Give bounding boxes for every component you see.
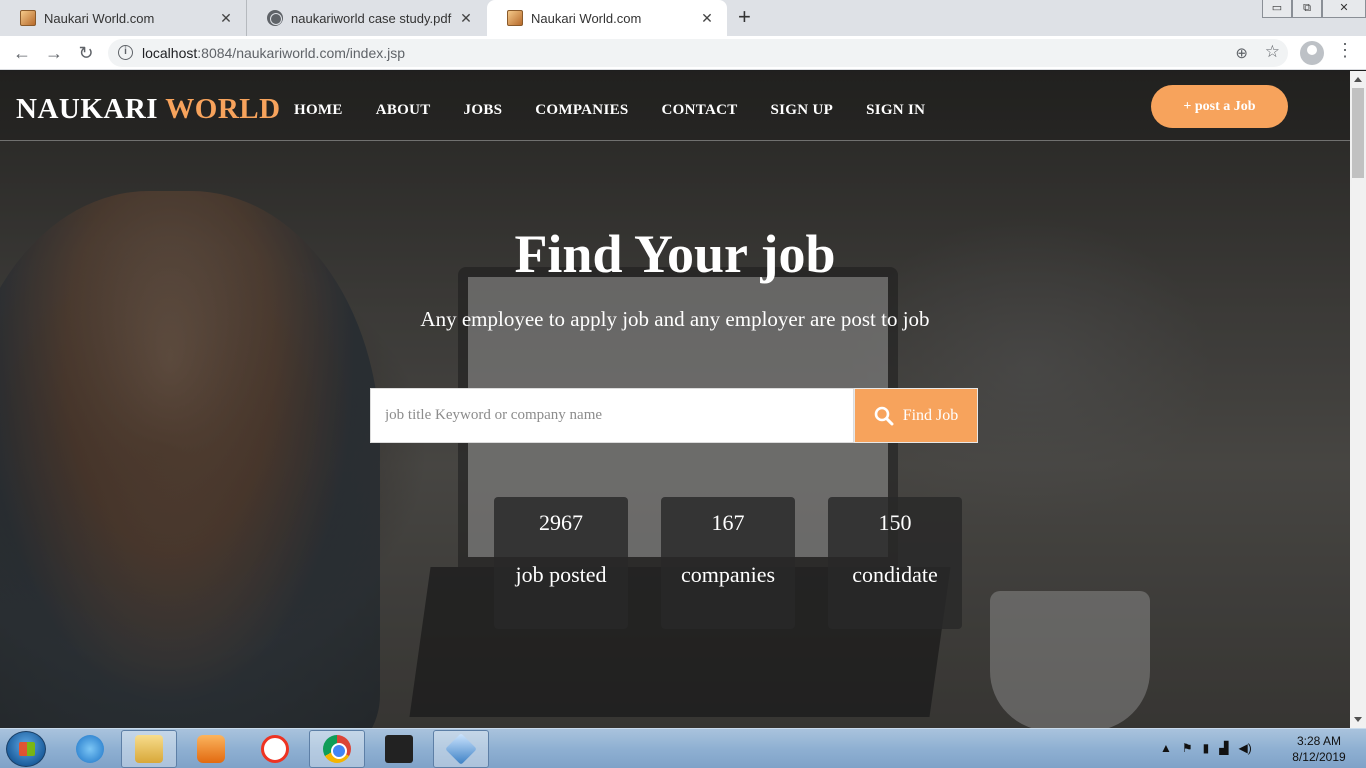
taskbar-chrome[interactable] xyxy=(309,730,365,768)
back-arrow-icon[interactable]: ← xyxy=(10,41,34,65)
tab-case-study-pdf[interactable]: naukariworld case study.pdf ✕ xyxy=(246,0,486,36)
system-tray: ▲ ⚑ ▮ ▟ ◀) xyxy=(1160,741,1262,755)
internet-explorer-icon xyxy=(76,735,104,763)
url-host: localhost xyxy=(142,45,198,61)
volume-icon[interactable]: ◀) xyxy=(1239,741,1252,755)
window-close-button[interactable]: ✕ xyxy=(1322,0,1366,18)
stat-card-companies: 167 companies xyxy=(661,497,795,629)
main-nav: HOME ABOUT JOBS COMPANIES CONTACT SIGN U… xyxy=(294,102,958,119)
site-header: NAUKARI WORLD HOME ABOUT JOBS COMPANIES … xyxy=(0,71,1350,141)
scroll-thumb[interactable] xyxy=(1352,88,1364,178)
site-favicon-icon xyxy=(507,10,523,26)
taskbar-ms-office[interactable] xyxy=(371,730,427,768)
folder-icon xyxy=(135,735,163,763)
stat-label: companies xyxy=(680,562,776,587)
nav-sign-in[interactable]: SIGN IN xyxy=(866,102,925,119)
menu-kebab-icon[interactable]: ⋮ xyxy=(1336,40,1354,61)
taskbar-virtualbox[interactable] xyxy=(433,730,489,768)
site-info-icon[interactable]: i xyxy=(118,45,133,60)
windows-taskbar: ▲ ⚑ ▮ ▟ ◀) 3:28 AM 8/12/2019 xyxy=(0,728,1366,768)
reload-icon[interactable]: ↻ xyxy=(74,41,98,65)
clock-date: 8/12/2019 xyxy=(1292,750,1346,764)
job-search-form: Find Job xyxy=(370,388,978,443)
nav-home[interactable]: HOME xyxy=(294,102,343,119)
stat-value: 167 xyxy=(711,510,745,535)
new-tab-button[interactable]: + xyxy=(738,6,751,28)
logo-part2: WORLD xyxy=(165,93,281,125)
media-player-icon xyxy=(197,735,225,763)
url-text[interactable]: localhost:8084/naukariworld.com/index.js… xyxy=(142,45,405,61)
hero-subtitle: Any employee to apply job and any employ… xyxy=(420,307,930,331)
post-job-button[interactable]: + post a Job xyxy=(1151,85,1288,128)
job-search-input[interactable] xyxy=(370,388,854,443)
scroll-up-icon[interactable] xyxy=(1354,77,1362,82)
minimize-button[interactable]: ▭ xyxy=(1262,0,1292,18)
clock-time: 3:28 AM xyxy=(1296,734,1342,748)
nav-sign-up[interactable]: SIGN UP xyxy=(771,102,834,119)
nav-about[interactable]: ABOUT xyxy=(376,102,431,119)
tab-title: Naukari World.com xyxy=(44,10,155,26)
tab-naukari-world-active[interactable]: Naukari World.com ✕ xyxy=(487,0,727,36)
virtualbox-icon xyxy=(445,733,477,765)
nav-jobs[interactable]: JOBS xyxy=(464,102,503,119)
url-path: :8084/naukariworld.com/index.jsp xyxy=(197,45,406,61)
network-signal-icon[interactable]: ▟ xyxy=(1219,741,1228,755)
profile-avatar-icon[interactable] xyxy=(1300,41,1324,65)
nav-companies[interactable]: COMPANIES xyxy=(535,102,628,119)
start-button[interactable] xyxy=(6,731,46,767)
taskbar-media-player[interactable] xyxy=(183,730,239,768)
nav-contact[interactable]: CONTACT xyxy=(662,102,738,119)
show-hidden-icons[interactable]: ▲ xyxy=(1160,741,1172,755)
tab-title: Naukari World.com xyxy=(531,10,642,26)
taskbar-yandex[interactable] xyxy=(247,730,303,768)
window-controls: ▭ ⧉ ✕ xyxy=(1262,0,1366,18)
logo-part1: NAUKARI xyxy=(16,93,159,125)
stat-value: 150 xyxy=(878,510,912,535)
find-job-label: Find Job xyxy=(902,406,959,424)
forward-arrow-icon[interactable]: → xyxy=(42,41,66,65)
stat-label: job posted xyxy=(515,562,607,587)
close-tab-icon[interactable]: ✕ xyxy=(699,10,715,27)
ms-office-icon xyxy=(385,735,413,763)
search-icon xyxy=(874,406,894,425)
chrome-icon xyxy=(323,735,351,763)
scroll-down-icon[interactable] xyxy=(1354,717,1362,722)
address-bar[interactable]: i localhost:8084/naukariworld.com/index.… xyxy=(108,39,1288,67)
yandex-browser-icon xyxy=(261,735,289,763)
tab-title: naukariworld case study.pdf xyxy=(291,10,452,26)
taskbar-explorer[interactable] xyxy=(121,730,177,768)
page-viewport: NAUKARI WORLD HOME ABOUT JOBS COMPANIES … xyxy=(0,71,1350,728)
stat-label: condidate xyxy=(852,562,938,587)
bookmark-star-icon[interactable]: ☆ xyxy=(1265,42,1280,62)
globe-icon xyxy=(267,10,283,26)
action-center-flag-icon[interactable]: ⚑ xyxy=(1182,741,1193,755)
hero-title: Find Your job xyxy=(514,224,836,284)
close-tab-icon[interactable]: ✕ xyxy=(458,10,474,27)
find-job-button[interactable]: Find Job xyxy=(854,388,978,443)
close-tab-icon[interactable]: ✕ xyxy=(218,10,234,27)
site-logo[interactable]: NAUKARI WORLD xyxy=(16,93,281,126)
browser-tab-strip: Naukari World.com ✕ naukariworld case st… xyxy=(0,0,1366,36)
system-clock[interactable]: 3:28 AM 8/12/2019 xyxy=(1284,733,1354,765)
maximize-button[interactable]: ⧉ xyxy=(1292,0,1322,18)
tab-naukari-world-1[interactable]: Naukari World.com ✕ xyxy=(0,0,246,36)
site-favicon-icon xyxy=(20,10,36,26)
stat-value: 2967 xyxy=(539,510,583,535)
page-scrollbar[interactable] xyxy=(1350,71,1366,728)
taskbar-ie[interactable] xyxy=(62,730,118,768)
stat-card-candidates: 150 condidate xyxy=(828,497,962,629)
zoom-icon[interactable]: ⊕ xyxy=(1235,44,1248,62)
stat-card-jobs: 2967 job posted xyxy=(494,497,628,629)
browser-toolbar: ← → ↻ i localhost:8084/naukariworld.com/… xyxy=(0,36,1366,70)
battery-icon[interactable]: ▮ xyxy=(1203,741,1210,755)
